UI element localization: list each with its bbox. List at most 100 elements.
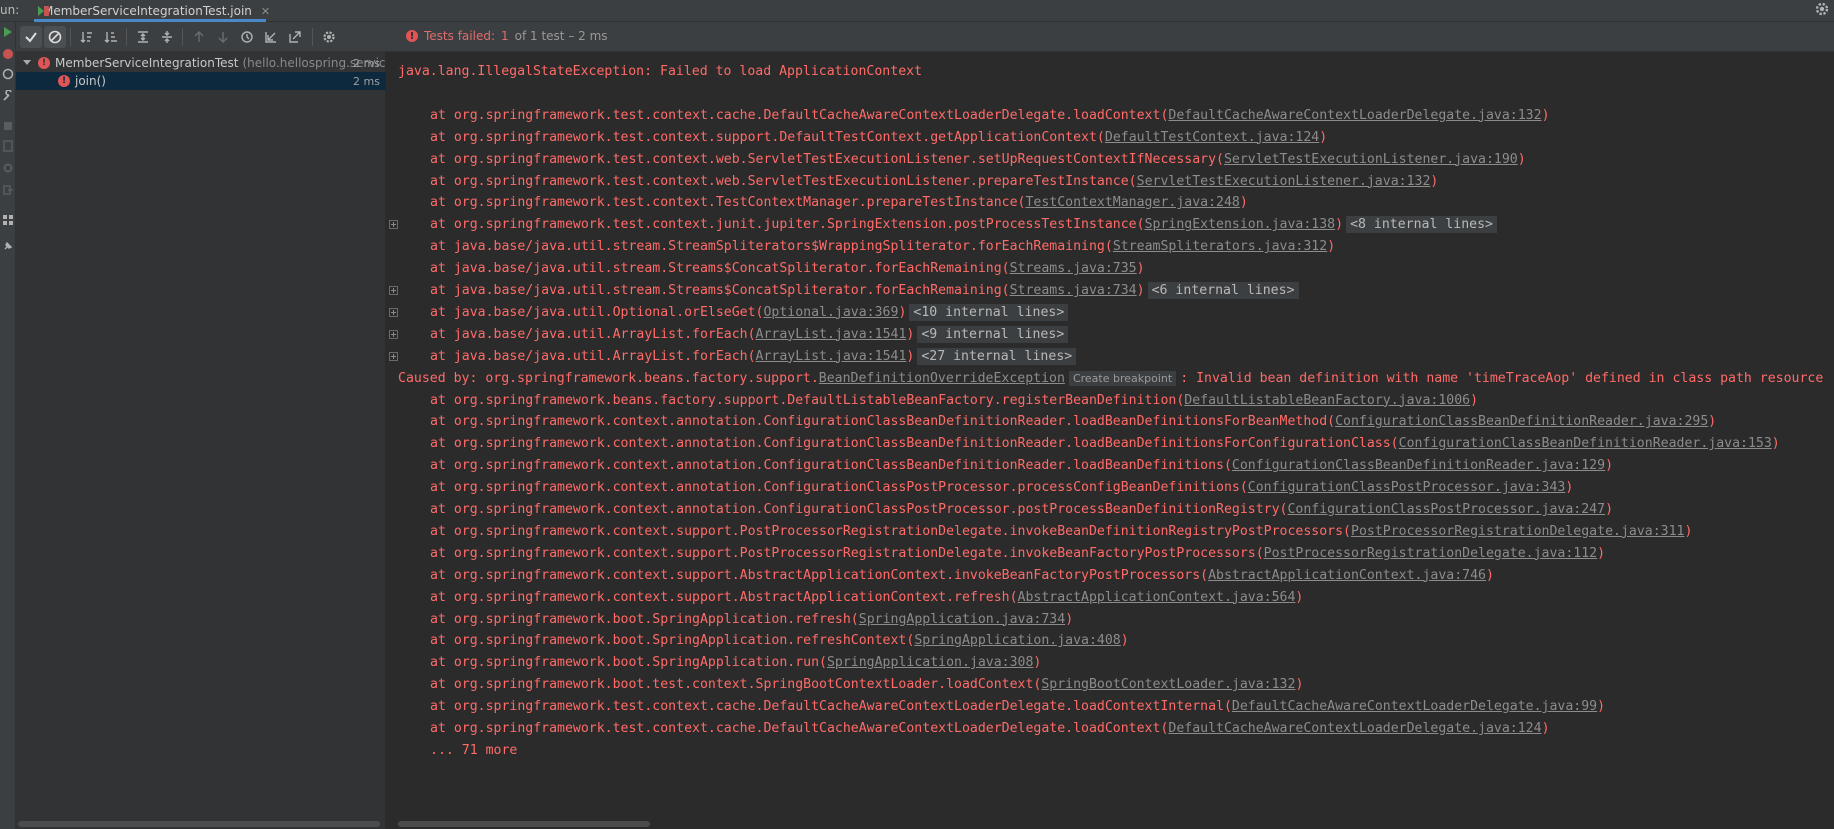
fold-expand-icon[interactable] <box>389 286 398 295</box>
source-link[interactable]: ConfigurationClassBeanDefinitionReader.j… <box>1399 436 1772 451</box>
console-output: java.lang.IllegalStateException: Failed … <box>386 52 1834 829</box>
rerun-failed-icon[interactable] <box>2 48 14 60</box>
test-toolbar: ! Tests failed: 1 of 1 test – 2 ms <box>16 22 1834 52</box>
run-label: un: <box>0 3 20 17</box>
line-content: at org.springframework.boot.SpringApplic… <box>430 633 915 649</box>
expand-all-icon <box>138 31 148 43</box>
chevron-down-icon[interactable] <box>23 60 31 65</box>
line-tail: ) <box>1684 523 1693 539</box>
status-failed-count: 1 <box>501 29 509 43</box>
line-text: at org.springframework.context.annotatio… <box>430 455 1613 477</box>
line-content: at org.springframework.test.context.Test… <box>430 195 1026 211</box>
source-link[interactable]: TestContextManager.java:248 <box>1025 195 1239 210</box>
stack-trace-line: at org.springframework.test.context.web.… <box>386 149 1834 171</box>
line-content: java.lang.IllegalStateException: Failed … <box>398 64 923 79</box>
stack-trace-line: at org.springframework.boot.test.context… <box>386 674 1834 696</box>
source-link[interactable]: DefaultCacheAwareContextLoaderDelegate.j… <box>1168 108 1541 123</box>
source-link[interactable]: ConfigurationClassBeanDefinitionReader.j… <box>1335 414 1708 429</box>
line-tail: ) <box>1517 151 1526 167</box>
line-text: at java.base/java.util.Optional.orElseGe… <box>430 302 1069 324</box>
source-link[interactable]: SpringApplication.java:408 <box>914 633 1120 648</box>
stack-trace-line: at org.springframework.boot.SpringApplic… <box>386 609 1834 631</box>
source-link[interactable]: ConfigurationClassPostProcessor.java:247 <box>1287 502 1605 517</box>
line-content: at org.springframework.test.context.cach… <box>430 721 1169 736</box>
source-link[interactable]: DefaultListableBeanFactory.java:1006 <box>1184 393 1470 408</box>
show-passed-button[interactable] <box>20 26 42 48</box>
source-link[interactable]: ServletTestExecutionListener.java:132 <box>1137 174 1431 189</box>
source-link[interactable]: DefaultCacheAwareContextLoaderDelegate.j… <box>1232 699 1597 714</box>
sort-alphabetically-button[interactable] <box>76 26 98 48</box>
import-tests-button[interactable] <box>260 26 282 48</box>
source-link[interactable]: ConfigurationClassBeanDefinitionReader.j… <box>1232 458 1605 473</box>
line-content: at org.springframework.test.context.juni… <box>430 217 1145 233</box>
line-tail: ) <box>1470 392 1479 408</box>
source-link[interactable]: ArrayList.java:1541 <box>756 349 907 364</box>
close-icon[interactable]: ✕ <box>261 5 270 18</box>
source-link[interactable]: ArrayList.java:1541 <box>756 327 907 342</box>
source-link[interactable]: Optional.java:369 <box>763 305 898 320</box>
arrow-down-icon <box>218 32 228 43</box>
settings-icon[interactable] <box>2 162 14 174</box>
line-tail: ) <box>1771 436 1780 452</box>
stack-trace-line: at java.base/java.util.ArrayList.forEach… <box>386 346 1834 368</box>
checkmark-icon <box>25 32 37 43</box>
source-link[interactable]: ConfigurationClassPostProcessor.java:343 <box>1248 480 1566 495</box>
source-link[interactable]: Streams.java:734 <box>1010 283 1137 298</box>
internal-lines-fold[interactable]: <27 internal lines> <box>917 347 1077 365</box>
source-link[interactable]: SpringApplication.java:734 <box>859 612 1065 627</box>
internal-lines-fold[interactable]: <9 internal lines> <box>917 325 1069 343</box>
expand-all-button[interactable] <box>132 26 154 48</box>
source-link[interactable]: PostProcessorRegistrationDelegate.java:1… <box>1264 546 1597 561</box>
source-link[interactable]: StreamSpliterators.java:312 <box>1113 239 1327 254</box>
tree-row-test-method[interactable]: ! join() 2 ms <box>16 72 386 90</box>
sort-by-duration-button[interactable] <box>100 26 122 48</box>
fold-expand-icon[interactable] <box>389 351 398 361</box>
fold-expand-icon[interactable] <box>389 329 398 339</box>
line-text: at org.springframework.test.context.web.… <box>430 149 1526 171</box>
dump-threads-icon[interactable] <box>2 140 14 152</box>
export-tests-button[interactable] <box>284 26 306 48</box>
source-link[interactable]: AbstractApplicationContext.java:564 <box>1018 590 1296 605</box>
previous-failed-button[interactable] <box>188 26 210 48</box>
collapse-all-button[interactable] <box>156 26 178 48</box>
tree-row-test-class[interactable]: ! MemberServiceIntegrationTest (hello.he… <box>16 54 386 72</box>
source-link[interactable]: DefaultTestContext.java:124 <box>1105 130 1319 145</box>
layout-icon[interactable] <box>2 214 14 226</box>
gear-icon[interactable] <box>1814 1 1830 17</box>
line-tail: ) <box>1597 545 1606 561</box>
internal-lines-fold[interactable]: <6 internal lines> <box>1147 282 1299 299</box>
console-horizontal-scrollbar[interactable] <box>398 821 650 827</box>
pin-icon[interactable] <box>2 240 14 252</box>
wrench-icon[interactable] <box>2 90 14 102</box>
fold-expand-icon[interactable] <box>389 220 398 230</box>
source-link[interactable]: PostProcessorRegistrationDelegate.java:3… <box>1351 524 1684 539</box>
create-breakpoint-tooltip[interactable]: Create breakpoint <box>1068 370 1177 386</box>
line-content: at java.base/java.util.Optional.orElseGe… <box>430 304 764 320</box>
test-settings-button[interactable] <box>318 26 340 48</box>
fold-expand-icon[interactable] <box>389 307 398 317</box>
internal-lines-fold[interactable]: <10 internal lines> <box>909 303 1069 321</box>
stop-icon[interactable] <box>2 120 14 132</box>
rerun-icon[interactable] <box>2 26 14 38</box>
source-link[interactable]: BeanDefinitionOverrideException <box>819 371 1065 386</box>
source-link[interactable]: Streams.java:735 <box>1010 261 1137 276</box>
show-ignored-button[interactable] <box>44 26 66 48</box>
line-tail: ) <box>1239 195 1248 211</box>
source-link[interactable]: ServletTestExecutionListener.java:190 <box>1224 152 1518 167</box>
left-tool-strip <box>0 22 16 829</box>
source-link[interactable]: DefaultCacheAwareContextLoaderDelegate.j… <box>1168 721 1541 736</box>
tree-horizontal-scrollbar[interactable] <box>18 821 380 827</box>
exit-icon[interactable] <box>2 184 14 196</box>
next-failed-button[interactable] <box>212 26 234 48</box>
internal-lines-fold[interactable]: <8 internal lines> <box>1346 216 1497 234</box>
source-link[interactable]: SpringApplication.java:308 <box>827 655 1033 670</box>
source-link[interactable]: AbstractApplicationContext.java:746 <box>1208 568 1486 583</box>
toggle-auto-test-icon[interactable] <box>2 68 14 80</box>
test-history-button[interactable] <box>236 26 258 48</box>
line-text: at org.springframework.test.context.cach… <box>430 696 1605 718</box>
source-link[interactable]: SpringBootContextLoader.java:132 <box>1041 677 1295 692</box>
gear-icon <box>323 31 335 43</box>
source-link[interactable]: SpringExtension.java:138 <box>1145 217 1336 232</box>
line-text: at org.springframework.context.support.P… <box>430 543 1605 565</box>
toolbar-separator <box>126 28 127 46</box>
